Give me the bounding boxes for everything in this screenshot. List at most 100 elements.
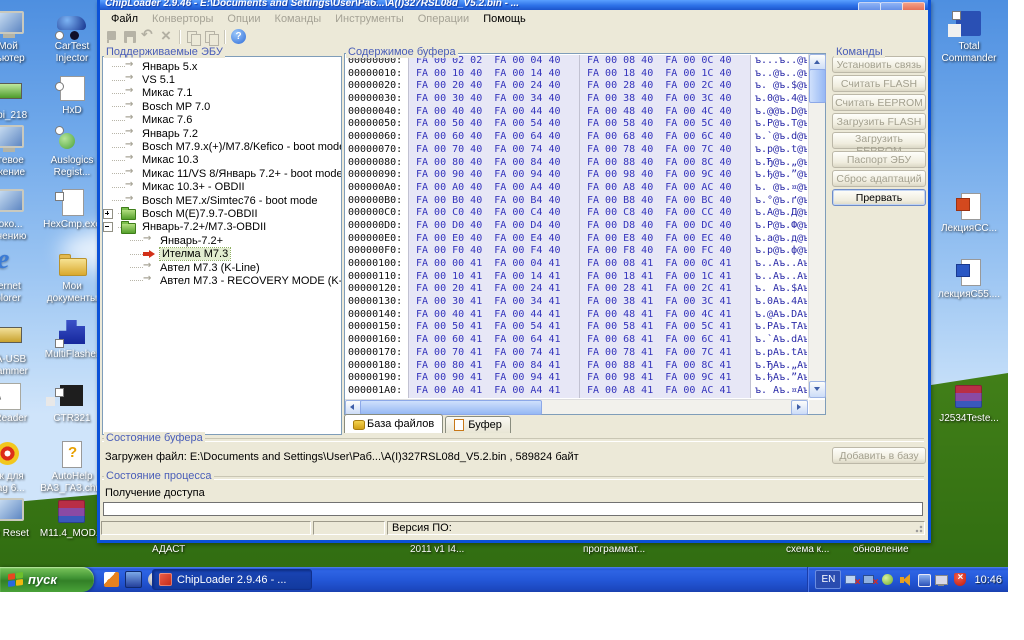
hex-row[interactable]: 000001A0: FA 00 A0 41 FA 00 A4 41 FA 00 … bbox=[345, 385, 807, 398]
quick-launch-icon-1[interactable] bbox=[104, 572, 119, 587]
taskbar-task-chiploader[interactable]: ChipLoader 2.9.46 - ... bbox=[152, 569, 312, 590]
connection-error-icon[interactable] bbox=[863, 573, 877, 586]
tree-item[interactable]: Автел М7.3 - RECOVERY MODE (K-Line) bbox=[103, 274, 341, 287]
scroll-right-icon[interactable] bbox=[791, 400, 808, 415]
menu-item[interactable]: Конверторы bbox=[145, 12, 220, 26]
save-file-icon[interactable] bbox=[123, 30, 138, 44]
hex-row[interactable]: 00000120: FA 00 20 41 FA 00 24 41 FA 00 … bbox=[345, 283, 807, 296]
hex-row[interactable]: 00000030: FA 00 30 40 FA 00 34 40 FA 00 … bbox=[345, 93, 807, 106]
desktop-icon-service-reset[interactable]: ice Reset bbox=[0, 497, 38, 540]
menu-item[interactable]: Команды bbox=[268, 12, 329, 26]
tree-item[interactable]: Микас 11/VS 8/Январь 7.2+ - boot mode bbox=[103, 167, 341, 180]
copy-icon[interactable] bbox=[186, 30, 201, 44]
hex-row[interactable]: 00000070: FA 00 70 40 FA 00 74 40 FA 00 … bbox=[345, 144, 807, 157]
volume-icon[interactable] bbox=[899, 573, 913, 586]
desktop-icon-ctr321[interactable]: CTR321 bbox=[42, 382, 102, 425]
menu-item[interactable]: Опции bbox=[220, 12, 267, 26]
delete-icon[interactable] bbox=[159, 30, 174, 44]
taskbar-clock[interactable]: 10:46 bbox=[974, 574, 1002, 586]
language-indicator[interactable]: EN bbox=[815, 570, 841, 589]
add-to-database-button[interactable]: Добавить в базу bbox=[832, 447, 926, 464]
hex-row[interactable]: 00000010: FA 00 10 40 FA 00 14 40 FA 00 … bbox=[345, 68, 807, 81]
desktop-icon-label[interactable]: АДАСТ bbox=[152, 544, 185, 555]
start-button[interactable]: пуск bbox=[0, 567, 94, 592]
hex-row[interactable]: 00000160: FA 00 60 41 FA 00 64 41 FA 00 … bbox=[345, 334, 807, 347]
tree-item[interactable]: Микас 7.1 bbox=[103, 87, 341, 100]
desktop-icon-j2534[interactable]: J2534Teste... bbox=[933, 382, 1005, 425]
tree-item[interactable]: Bosch M7.9.x(+)/M7.8/Kefico - boot mode bbox=[103, 140, 341, 153]
desktop-icon-label[interactable]: 2011 v1 I4... bbox=[410, 544, 464, 555]
desktop-icon-m114mod[interactable]: M11.4_MOD... bbox=[42, 497, 102, 540]
horizontal-scrollbar[interactable] bbox=[345, 399, 808, 414]
desktop-icon-my-documents[interactable]: Мои документы bbox=[42, 250, 102, 305]
hex-row[interactable]: 000000F0: FA 00 F0 40 FA 00 F4 40 FA 00 … bbox=[345, 245, 807, 258]
hex-row[interactable]: 000000A0: FA 00 A0 40 FA 00 A4 40 FA 00 … bbox=[345, 182, 807, 195]
help-icon[interactable]: ? bbox=[231, 29, 246, 44]
vertical-scrollbar[interactable] bbox=[808, 54, 825, 398]
command-button[interactable]: Загрузить FLASH bbox=[832, 113, 926, 130]
menu-item[interactable]: Инструменты bbox=[328, 12, 411, 26]
command-button[interactable]: Загрузить EEPROM bbox=[832, 132, 926, 149]
network-disconnected-icon[interactable] bbox=[845, 573, 859, 586]
tree-item[interactable]: Январь 7.2 bbox=[103, 127, 341, 140]
hex-row[interactable]: 00000180: FA 00 80 41 FA 00 84 41 FA 00 … bbox=[345, 360, 807, 373]
hex-row[interactable]: 00000130: FA 00 30 41 FA 00 34 41 FA 00 … bbox=[345, 296, 807, 309]
desktop-icon-pa-usb-programmer[interactable]: PA-USB grammer bbox=[0, 318, 38, 378]
hex-row[interactable]: 00000060: FA 00 60 40 FA 00 64 40 FA 00 … bbox=[345, 131, 807, 144]
tree-item[interactable]: VS 5.1 bbox=[103, 73, 341, 86]
tree-item[interactable]: Автел М7.3 (K-Line) bbox=[103, 261, 341, 274]
desktop-icon-highspeed-connection[interactable]: соко... ючению bbox=[0, 188, 38, 243]
tray-app-icon[interactable] bbox=[917, 573, 931, 586]
tree-item[interactable]: Bosch M(E)7.9.7-OBDII bbox=[103, 207, 341, 220]
hex-row[interactable]: 000000D0: FA 00 D0 40 FA 00 D4 40 FA 00 … bbox=[345, 220, 807, 233]
antivirus-icon[interactable] bbox=[881, 573, 895, 586]
tree-item[interactable]: Bosch MP 7.0 bbox=[103, 100, 341, 113]
hex-row[interactable]: 00000050: FA 00 50 40 FA 00 54 40 FA 00 … bbox=[345, 118, 807, 131]
undo-icon[interactable] bbox=[141, 30, 156, 44]
tree-item[interactable]: Январь 5.x bbox=[103, 60, 341, 73]
desktop-icon-lekciya-c55[interactable]: лекцияС55.... bbox=[933, 258, 1005, 301]
hex-row[interactable]: 00000140: FA 00 40 41 FA 00 44 41 FA 00 … bbox=[345, 309, 807, 322]
desktop-icon-autohelp[interactable]: AutoHelp ВАЗ_ГАЗ.chm bbox=[42, 440, 102, 495]
menu-item[interactable]: Файл bbox=[104, 12, 145, 26]
hex-row[interactable]: 00000090: FA 00 90 40 FA 00 94 40 FA 00 … bbox=[345, 169, 807, 182]
tree-expander-icon[interactable] bbox=[103, 209, 113, 219]
tree-item[interactable]: Январь-7.2+ bbox=[103, 234, 341, 247]
minimize-button[interactable] bbox=[858, 2, 881, 10]
title-bar[interactable]: ChipLoader 2.9.46 - E:\Documents and Set… bbox=[100, 0, 928, 10]
desktop-icon-cartest[interactable]: CarTest Injector bbox=[42, 10, 102, 65]
hex-row[interactable]: 00000040: FA 00 40 40 FA 00 44 40 FA 00 … bbox=[345, 106, 807, 119]
desktop-icon-auslogics[interactable]: Auslogics Regist... bbox=[42, 124, 102, 179]
desktop-icon-airbag-language[interactable]: ык для bag 6... bbox=[0, 440, 38, 495]
quick-launch-icon-2[interactable] bbox=[125, 571, 142, 588]
desktop-icon-label[interactable]: схема к... bbox=[786, 544, 829, 555]
tab-buffer[interactable]: Буфер bbox=[445, 416, 511, 433]
tree-item[interactable]: Январь-7.2+/М7.3-OBDII bbox=[103, 221, 341, 234]
command-button[interactable]: Установить связь bbox=[832, 56, 926, 73]
tree-item[interactable]: Bosch ME7.x/Simtec76 - boot mode bbox=[103, 194, 341, 207]
tree-item[interactable]: Микас 7.6 bbox=[103, 114, 341, 127]
tree-item[interactable]: Ителма М7.3 bbox=[103, 247, 341, 260]
hex-row[interactable]: 000000B0: FA 00 B0 40 FA 00 B4 40 FA 00 … bbox=[345, 195, 807, 208]
maximize-button[interactable] bbox=[880, 2, 903, 10]
hex-row[interactable]: 000000C0: FA 00 C0 40 FA 00 C4 40 FA 00 … bbox=[345, 207, 807, 220]
tab-file-database[interactable]: База файлов bbox=[344, 414, 443, 433]
hex-row[interactable]: 000000E0: FA 00 E0 40 FA 00 E4 40 FA 00 … bbox=[345, 233, 807, 246]
hex-row[interactable]: 00000170: FA 00 70 41 FA 00 74 41 FA 00 … bbox=[345, 347, 807, 360]
tree-item[interactable]: Микас 10.3+ - OBDII bbox=[103, 181, 341, 194]
desktop-icon-total-commander[interactable]: Total Commander bbox=[933, 10, 1005, 65]
desktop-icon-multiflasher[interactable]: MultiFlasher bbox=[42, 318, 102, 361]
close-button[interactable] bbox=[902, 2, 925, 10]
command-button[interactable]: Считать EEPROM bbox=[832, 94, 926, 111]
hex-row[interactable]: 00000100: FA 00 00 41 FA 00 04 41 FA 00 … bbox=[345, 258, 807, 271]
tree-expander-icon[interactable] bbox=[103, 222, 113, 232]
scrollbar-thumb[interactable] bbox=[809, 69, 826, 103]
hex-row[interactable]: 00000150: FA 00 50 41 FA 00 54 41 FA 00 … bbox=[345, 321, 807, 334]
desktop-icon-mbi218[interactable]: mbi_218 bbox=[0, 74, 38, 122]
desktop-icon-reader[interactable]: t Reader bbox=[0, 382, 38, 425]
paste-icon[interactable] bbox=[204, 30, 219, 44]
scrollbar-thumb[interactable] bbox=[360, 400, 542, 415]
menu-item[interactable]: Помощь bbox=[476, 12, 533, 26]
command-button[interactable]: Паспорт ЭБУ bbox=[832, 151, 926, 168]
desktop-icon-hexcmp[interactable]: HexCmp.exe bbox=[42, 188, 102, 231]
